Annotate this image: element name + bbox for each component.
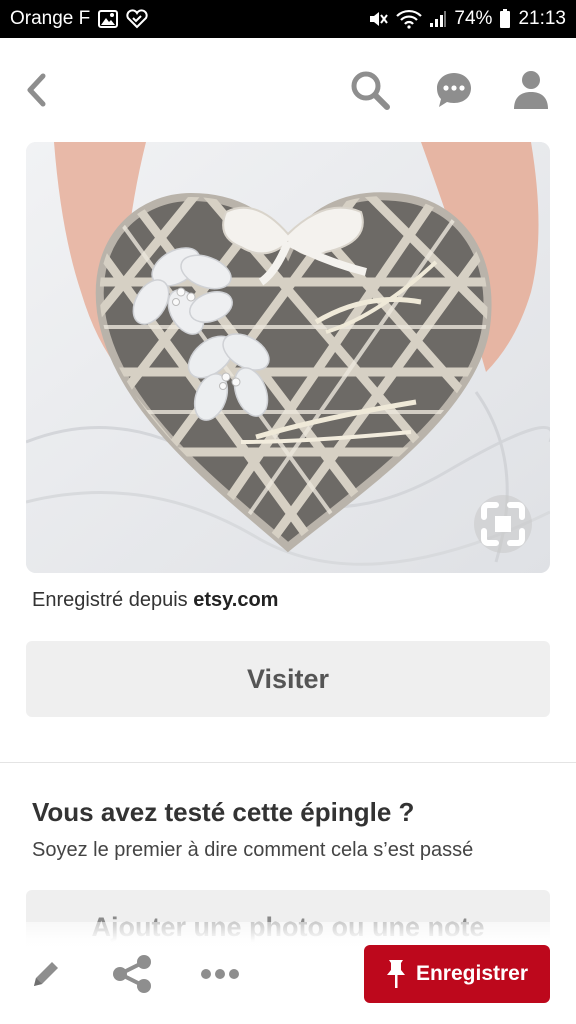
- more-options-button[interactable]: [198, 952, 242, 996]
- edit-button[interactable]: [28, 952, 64, 996]
- user-icon: [514, 71, 548, 109]
- wicker-heart-photo: [26, 142, 550, 573]
- visual-search-button[interactable]: [474, 495, 532, 553]
- heart-check-notification-icon: [126, 9, 148, 29]
- pin-image[interactable]: [26, 142, 550, 573]
- back-button[interactable]: [18, 70, 54, 110]
- battery-icon: [499, 9, 511, 29]
- wifi-icon: [396, 9, 423, 29]
- battery-percent: 74%: [454, 8, 493, 29]
- share-button[interactable]: [110, 952, 154, 996]
- top-nav: [0, 38, 576, 142]
- share-icon: [113, 955, 151, 993]
- tried-pin-subtitle: Soyez le premier à dire comment cela s’e…: [32, 839, 474, 861]
- pushpin-icon: [386, 960, 405, 988]
- pencil-icon: [34, 962, 58, 986]
- tried-pin-title: Vous avez testé cette épingle ?: [32, 797, 415, 827]
- carrier-label: Orange F: [10, 8, 91, 29]
- chat-bubble-icon: [437, 73, 471, 107]
- search-icon: [351, 71, 390, 110]
- signal-icon: [429, 10, 447, 28]
- source-domain-link[interactable]: etsy.com: [193, 589, 278, 611]
- save-label: Enregistrer: [415, 962, 529, 985]
- bottom-action-bar: Enregistrer: [0, 922, 576, 1024]
- visit-button[interactable]: Visiter: [26, 641, 550, 717]
- search-button[interactable]: [348, 68, 392, 112]
- chevron-left-icon: [27, 73, 46, 107]
- image-notification-icon: [98, 10, 119, 28]
- saved-from-line: Enregistré depuis etsy.com: [32, 589, 278, 612]
- mute-icon: [367, 9, 389, 29]
- messages-button[interactable]: [432, 68, 476, 112]
- save-pin-button[interactable]: Enregistrer: [364, 945, 550, 1003]
- more-icon: [201, 969, 239, 979]
- profile-button[interactable]: [509, 68, 553, 112]
- saved-from-prefix: Enregistré depuis: [32, 589, 188, 611]
- section-divider: [0, 762, 576, 763]
- visual-search-icon: [481, 502, 525, 546]
- status-bar: Orange F 74% 21:13: [0, 0, 576, 38]
- clock: 21:13: [518, 8, 566, 29]
